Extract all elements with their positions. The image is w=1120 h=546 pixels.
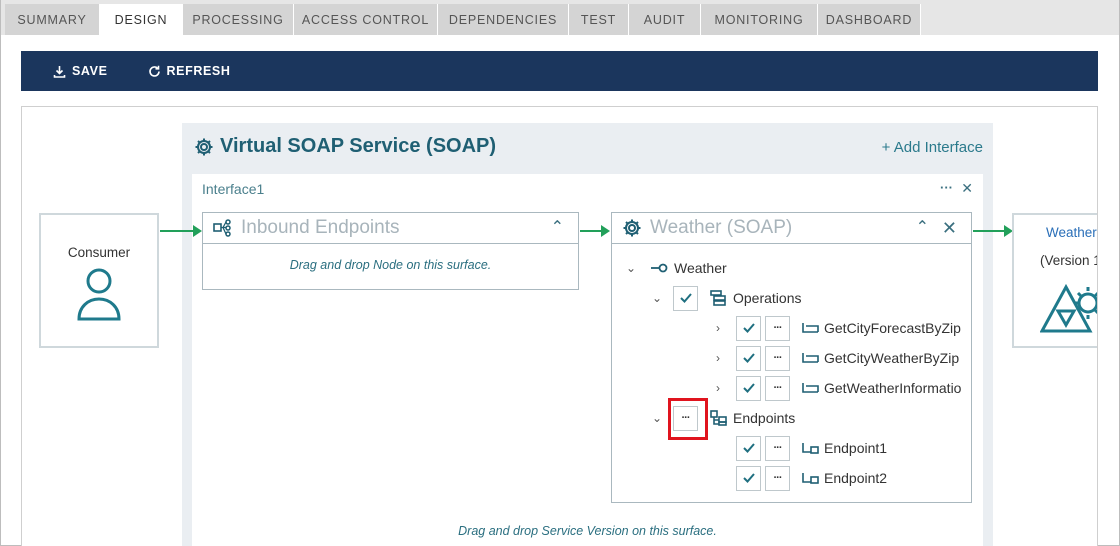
inbound-endpoints-title: Inbound Endpoints (241, 217, 400, 238)
consumer-node[interactable]: Consumer (39, 213, 159, 348)
operation-more-button[interactable]: ··· (765, 345, 790, 371)
operation-checkbox[interactable] (736, 345, 761, 371)
close-icon[interactable]: ✕ (942, 218, 957, 239)
tree-label-endpoints: Endpoints (733, 410, 796, 426)
flow-arrow (973, 225, 1013, 237)
chevron-down-icon[interactable]: ⌄ (624, 261, 638, 275)
weather-service-node[interactable]: Weather (Version 1 (1012, 213, 1098, 348)
operation-checkbox[interactable] (736, 375, 761, 401)
tree-node-operation[interactable]: › ··· GetCityWeatherByZip (711, 345, 959, 371)
add-interface-link[interactable]: + Add Interface (882, 139, 983, 156)
consumer-label: Consumer (67, 245, 131, 260)
weather-node-name: Weather (1046, 225, 1097, 240)
chevron-right-icon[interactable]: › (711, 351, 725, 365)
weather-node-version: (Version 1 (1040, 253, 1098, 268)
interface-more-button[interactable]: ··· (940, 180, 953, 195)
user-icon (77, 268, 121, 321)
endpoint-more-button[interactable]: ··· (765, 465, 790, 491)
refresh-icon (148, 65, 160, 77)
check-icon (742, 443, 755, 453)
endpoint-label: Endpoint2 (824, 470, 888, 486)
weather-service-icon (1040, 283, 1097, 333)
inbound-endpoints-panel[interactable]: Inbound Endpoints ⌃ Drag and drop Node o… (202, 212, 579, 290)
operation-more-button[interactable]: ··· (765, 315, 790, 341)
tree-node-weather[interactable]: ⌄ Weather (624, 255, 727, 281)
tree-node-endpoint[interactable]: ··· Endpoint1 (736, 435, 887, 461)
chevron-down-icon[interactable]: ⌄ (650, 411, 664, 425)
endpoint-more-button[interactable]: ··· (765, 435, 790, 461)
toolbar: SAVE REFRESH (21, 51, 1098, 91)
download-icon (53, 65, 66, 78)
tree-node-endpoint[interactable]: ··· Endpoint2 (736, 465, 887, 491)
gear-icon (623, 219, 641, 237)
chevron-down-icon[interactable]: ⌄ (650, 291, 664, 305)
operation-label: GetCityForecastByZip (824, 320, 961, 336)
tree-node-operations[interactable]: ⌄ Operations (650, 285, 801, 311)
endpoint-label: Endpoint1 (824, 440, 888, 456)
endpoint-icon (802, 473, 819, 484)
chevron-right-icon[interactable]: › (711, 321, 725, 335)
weather-panel-title: Weather (SOAP) (650, 217, 793, 238)
endpoint-checkbox[interactable] (736, 465, 761, 491)
operation-more-button[interactable]: ··· (765, 375, 790, 401)
operation-icon (802, 383, 819, 393)
inbound-endpoints-header: Inbound Endpoints ⌃ (203, 213, 578, 244)
check-icon (679, 293, 692, 303)
service-container: Virtual SOAP Service (SOAP) + Add Interf… (182, 123, 993, 546)
inbound-drop-hint: Drag and drop Node on this surface. (289, 258, 492, 272)
save-label: SAVE (72, 64, 108, 78)
check-icon (742, 323, 755, 333)
endpoint-checkbox[interactable] (736, 435, 761, 461)
operation-icon (802, 353, 819, 363)
chevron-right-icon[interactable]: › (711, 381, 725, 395)
collapse-icon[interactable]: ⌃ (551, 217, 564, 237)
operation-icon (802, 323, 819, 333)
collapse-icon[interactable]: ⌃ (916, 217, 929, 237)
refresh-label: REFRESH (166, 64, 231, 78)
gear-icon (195, 138, 213, 155)
flow-arrow (160, 225, 202, 237)
endpoint-icon (802, 443, 819, 454)
save-button[interactable]: SAVE (53, 51, 108, 91)
interface-name: Interface1 (202, 181, 265, 197)
tree-label-operations: Operations (733, 290, 802, 306)
weather-panel-header: Weather (SOAP) ⌃ ✕ (612, 213, 971, 244)
tree-node-operation[interactable]: › ··· GetWeatherInformatio (711, 375, 961, 401)
interface-close-button[interactable]: ✕ (961, 180, 973, 197)
operations-checkbox[interactable] (673, 285, 698, 311)
operations-icon (710, 290, 726, 306)
tree-label-weather: Weather (674, 260, 727, 276)
tree-node-operation[interactable]: › ··· GetCityForecastByZip (711, 315, 961, 341)
weather-soap-panel[interactable]: Weather (SOAP) ⌃ ✕ ⌄ Weather ⌄ Operation… (611, 212, 972, 503)
check-icon (742, 383, 755, 393)
operation-checkbox[interactable] (736, 315, 761, 341)
endpoints-node-icon (213, 219, 231, 237)
flow-arrow (580, 225, 610, 237)
service-interface-icon (651, 263, 668, 273)
refresh-button[interactable]: REFRESH (148, 51, 231, 91)
endpoints-icon (710, 410, 727, 426)
service-title: Virtual SOAP Service (SOAP) (194, 135, 496, 158)
check-icon (742, 473, 755, 483)
operation-label: GetWeatherInformatio (824, 380, 962, 396)
service-title-text: Virtual SOAP Service (SOAP) (220, 135, 497, 157)
service-version-drop-hint: Drag and drop Service Version on this su… (458, 524, 717, 538)
operation-label: GetCityWeatherByZip (824, 350, 960, 366)
design-canvas[interactable]: Consumer Virtual SOAP Service (SOAP) + A… (21, 106, 1098, 546)
highlight-box (668, 398, 708, 440)
check-icon (742, 353, 755, 363)
